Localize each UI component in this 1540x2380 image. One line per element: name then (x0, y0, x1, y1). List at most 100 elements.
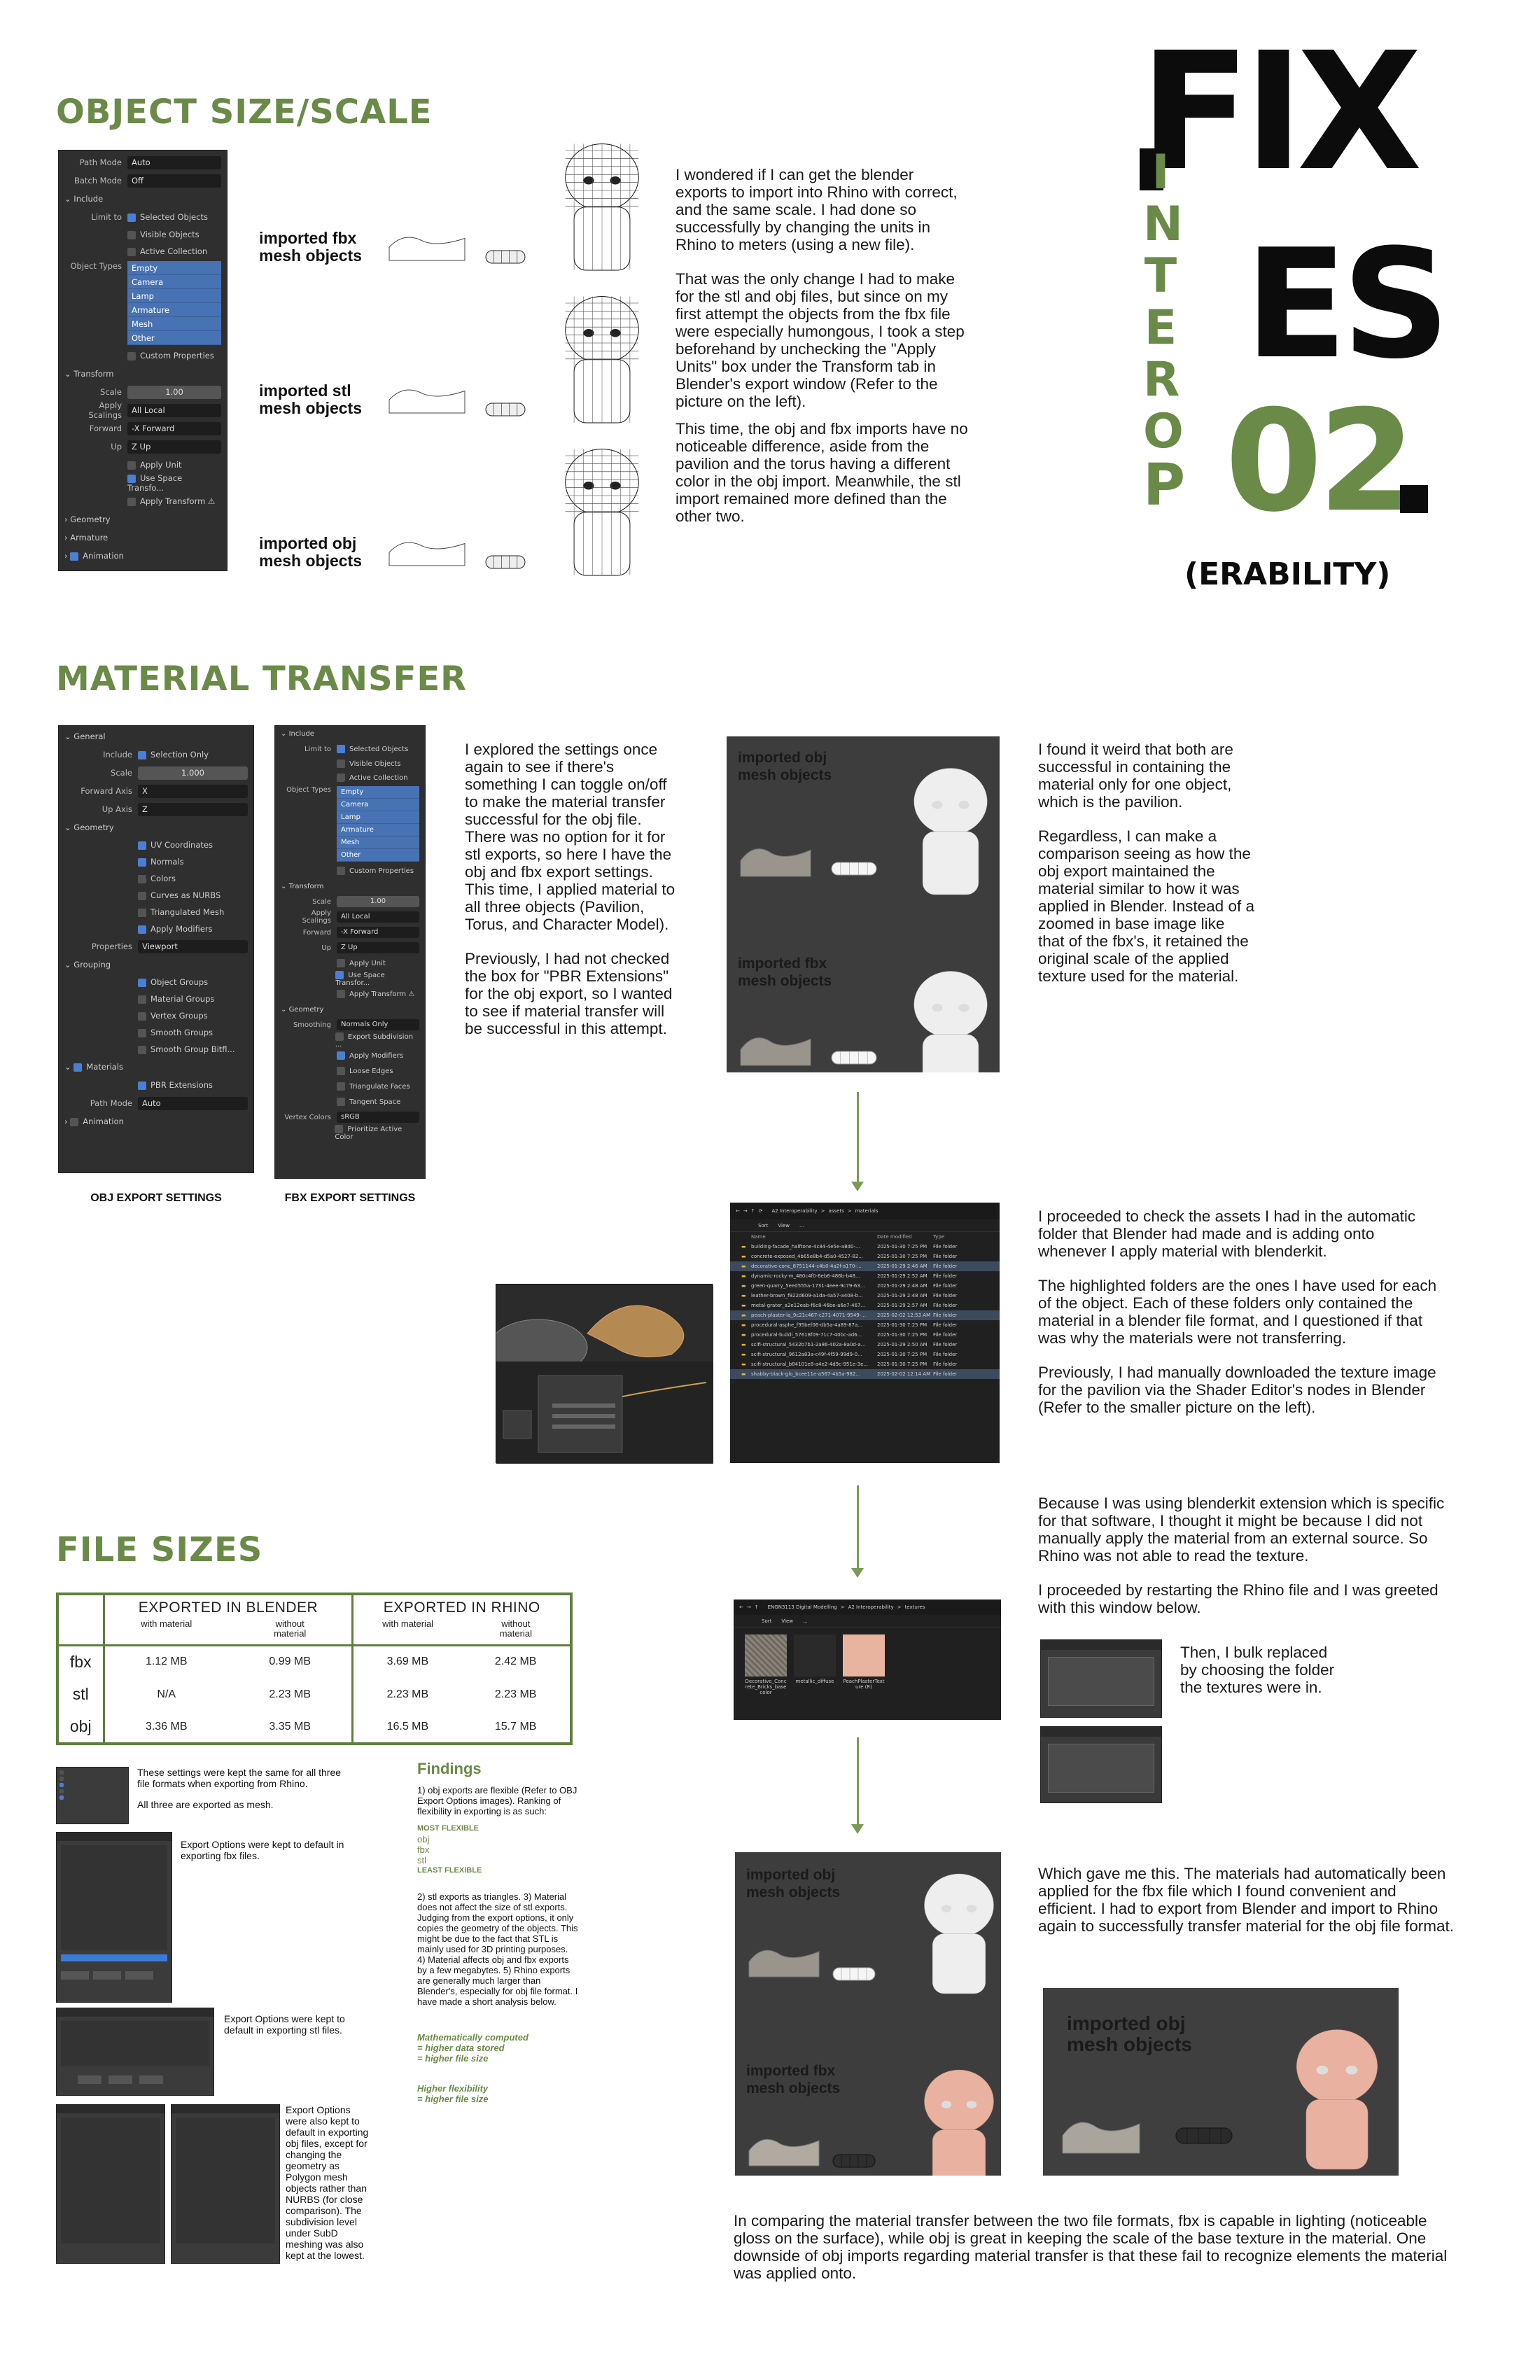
general-section[interactable]: ⌄ General (64, 732, 106, 741)
file-row[interactable]: ▬ building-facade_halftone-4c84-4e5e-a8d0… (730, 1242, 1000, 1252)
render-objects-image (740, 768, 988, 1072)
object-type-item[interactable]: Other (127, 331, 221, 345)
checkbox[interactable] (337, 1082, 345, 1091)
file-row[interactable]: ▬ decorative-conc_8751144-c4b0-4a2f-a170-… (730, 1261, 1000, 1271)
texture-file[interactable]: PeachPlasterText ure (R) (843, 1634, 885, 1695)
checkbox[interactable] (337, 1098, 345, 1106)
object-type-item[interactable]: Armature (127, 303, 221, 317)
object-type-item[interactable]: Lamp (337, 811, 419, 824)
checkbox[interactable] (127, 247, 136, 256)
apply-scalings-select[interactable]: All Local (127, 403, 221, 417)
forward-icon[interactable]: → (743, 1208, 748, 1214)
forward-axis-select[interactable]: X (138, 784, 248, 798)
geometry-section[interactable]: ⌄ Geometry (64, 822, 114, 832)
checkbox[interactable] (138, 841, 146, 850)
up-icon[interactable]: ↑ (755, 1604, 759, 1610)
checkbox[interactable] (138, 995, 146, 1004)
scale-field[interactable]: 1.00 (127, 385, 221, 399)
file-row[interactable]: ▬ concrete-exposed_4b65e8b4-d5a0-4527-82.… (730, 1252, 1000, 1261)
checkbox[interactable] (138, 874, 146, 883)
object-type-item[interactable]: Mesh (127, 317, 221, 331)
file-list: ▬ building-facade_halftone-4c84-4e5e-a8d0… (730, 1242, 1000, 1379)
file-row[interactable]: ▬ procedural-buildi_57618f09-71c7-40bc-ad… (730, 1330, 1000, 1340)
back-icon[interactable]: ← (736, 1208, 740, 1214)
refresh-icon[interactable]: ⟳ (759, 1208, 763, 1214)
checkbox[interactable] (127, 351, 136, 360)
title-es: ES (1245, 216, 1450, 392)
caption-fbx-export: FBX EXPORT SETTINGS (284, 1192, 416, 1204)
file-row[interactable]: ▬ peach-plaster-la_9c21c467-c271-4071-954… (730, 1310, 1000, 1320)
object-type-item[interactable]: Other (337, 849, 419, 862)
scale-field[interactable]: 1.000 (138, 766, 248, 780)
checkbox[interactable] (138, 891, 146, 900)
checkbox[interactable] (337, 1067, 345, 1075)
object-types-list[interactable]: Empty Camera Lamp Armature Mesh Other (337, 786, 419, 862)
batch-mode-select[interactable]: Off (127, 174, 221, 188)
up-axis-select[interactable]: Z (138, 802, 248, 816)
object-type-item[interactable]: Empty (127, 261, 221, 275)
texture-file[interactable]: Decorative_Conc rete_Bricks_base color (745, 1634, 787, 1695)
checkbox[interactable] (138, 1045, 146, 1054)
file-row[interactable]: ▬ green-quarry_5eed555a-1731-4eee-9c79-63… (730, 1281, 1000, 1291)
path-mode-select[interactable]: Auto (127, 155, 221, 169)
path-mode-select[interactable]: Auto (138, 1096, 248, 1110)
object-type-item[interactable]: Mesh (337, 836, 419, 849)
object-type-item[interactable]: Camera (337, 799, 419, 811)
animation-section[interactable]: › Animation (64, 551, 124, 561)
checkbox[interactable] (127, 213, 136, 222)
forward-select[interactable]: -X Forward (127, 421, 221, 435)
arrow-head-icon (851, 1824, 864, 1834)
object-type-item[interactable]: Camera (127, 275, 221, 289)
torus-model (832, 1967, 876, 1981)
sort-button[interactable]: Sort (758, 1223, 768, 1228)
checkbox[interactable] (138, 1011, 146, 1021)
checkbox[interactable] (138, 1028, 146, 1037)
checkbox[interactable] (138, 908, 146, 917)
object-type-item[interactable]: Empty (337, 786, 419, 799)
checkbox-label: Export Subdivision ... (335, 1032, 414, 1049)
include-section[interactable]: ⌄ Include (64, 194, 103, 204)
checkbox[interactable] (138, 925, 146, 934)
file-row[interactable]: ▬ scifi-structural_5432b7b1-2a86-402a-8a0… (730, 1340, 1000, 1350)
back-icon[interactable]: ← (739, 1604, 743, 1610)
more-button[interactable]: ... (799, 1223, 804, 1228)
up-icon[interactable]: ↑ (751, 1208, 755, 1214)
properties-select[interactable]: Viewport (138, 939, 248, 953)
more-button[interactable]: ... (803, 1618, 808, 1624)
object-types-list[interactable]: Empty Camera Lamp Armature Mesh Other (127, 261, 221, 345)
pbr-extensions-checkbox[interactable] (138, 1081, 146, 1090)
view-button[interactable]: View (781, 1618, 793, 1624)
file-row[interactable]: ▬ scifi-structural_9612a83a-c49f-4f59-99d… (730, 1350, 1000, 1359)
file-row[interactable]: ▬ shabby-black-glo_bcee11e-a567-4b5a-982.… (730, 1369, 1000, 1379)
file-row[interactable]: ▬ leather-brown_f922d609-a1da-4a57-a408-b… (730, 1291, 1000, 1301)
torus-model (1175, 2127, 1233, 2144)
texture-file[interactable]: metallic_diffuse (794, 1634, 836, 1695)
file-row[interactable]: ▬ scifi-structural_b84101e8-a4e2-4d9c-951… (730, 1359, 1000, 1369)
note-stl: Export Options were kept to default in e… (224, 2013, 345, 2036)
transform-section[interactable]: ⌄ Transform (64, 369, 114, 379)
file-row[interactable]: ▬ metal-grater_a2e12eab-f6c8-46be-a6e7-46… (730, 1301, 1000, 1310)
rhino-missing-textures-dialog (1040, 1639, 1162, 1718)
view-button[interactable]: View (778, 1223, 790, 1228)
up-select[interactable]: Z Up (127, 440, 221, 454)
checkbox[interactable] (127, 497, 136, 506)
checkbox[interactable] (335, 1032, 344, 1041)
forward-icon[interactable]: → (747, 1604, 751, 1610)
checkbox[interactable] (127, 474, 136, 483)
armature-section[interactable]: › Armature (64, 533, 108, 542)
grouping-section[interactable]: ⌄ Grouping (64, 960, 111, 969)
file-row[interactable]: ▬ dynamic-rocky-m_480c4f0-6eb6-486b-b48..… (730, 1271, 1000, 1281)
object-type-item[interactable]: Lamp (127, 289, 221, 303)
sort-button[interactable]: Sort (762, 1618, 771, 1624)
checkbox[interactable] (127, 230, 136, 239)
animation-section[interactable]: › Animation (64, 1116, 124, 1126)
checkbox-label: Triangulated Mesh (150, 907, 225, 917)
apply-unit-checkbox[interactable] (127, 461, 136, 470)
file-row[interactable]: ▬ procedural-asphe_f95bef06-db5a-4a89-87a… (730, 1320, 1000, 1330)
checkbox[interactable] (138, 978, 146, 987)
materials-section[interactable]: ⌄ Materials (64, 1062, 123, 1072)
checkbox[interactable] (138, 858, 146, 867)
geometry-section[interactable]: › Geometry (64, 514, 111, 524)
checkbox[interactable] (337, 1051, 345, 1060)
object-type-item[interactable]: Armature (337, 824, 419, 836)
